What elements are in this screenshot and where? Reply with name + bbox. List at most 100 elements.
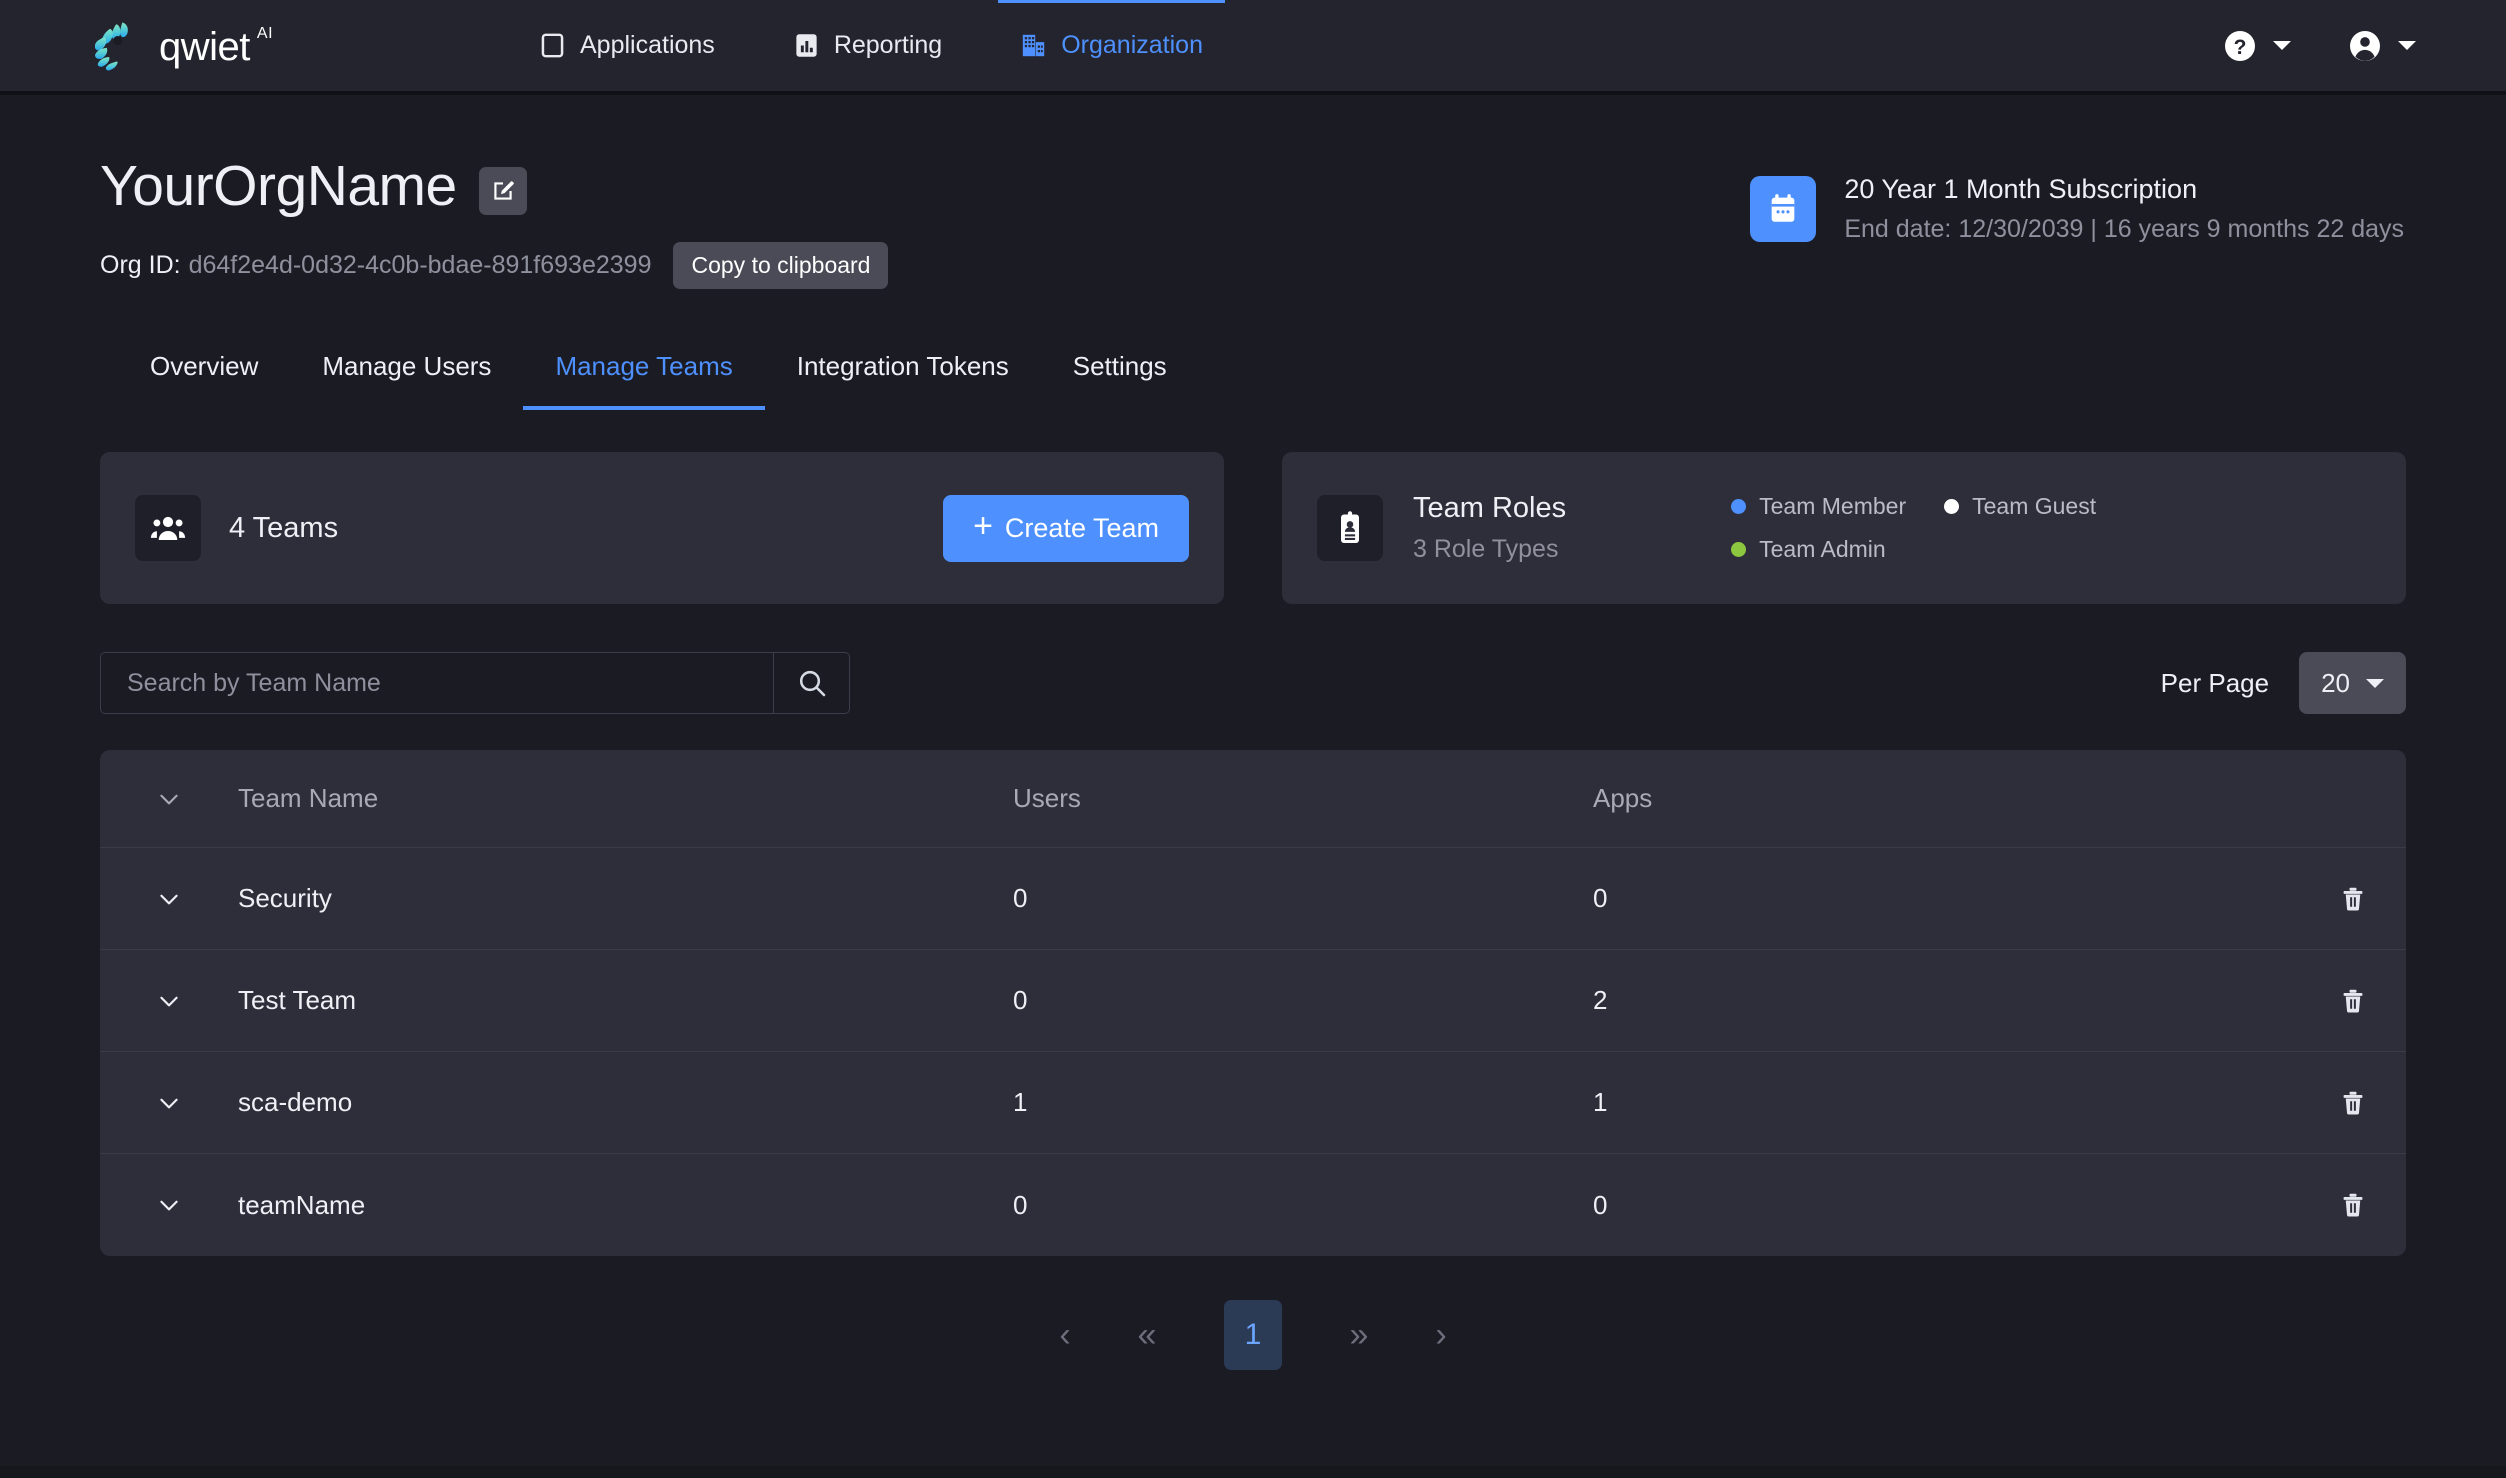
account-menu[interactable]	[2347, 28, 2416, 64]
roles-text-block: Team Roles 3 Role Types	[1413, 492, 1566, 564]
teams-count-label: 4 Teams	[229, 511, 339, 544]
search-icon	[799, 671, 825, 697]
org-id-row: Org ID: d64f2e4d-0d32-4c0b-bdae-891f693e…	[100, 241, 889, 290]
copy-to-clipboard-button[interactable]: Copy to clipboard	[673, 241, 889, 290]
nav-item-organization[interactable]: Organization	[998, 0, 1225, 93]
search-input[interactable]	[101, 653, 773, 714]
delete-team-button[interactable]	[2278, 884, 2368, 914]
chevron-down-icon	[160, 794, 178, 805]
pagination-page-1[interactable]: 1	[1224, 1300, 1282, 1371]
expand-row-toggle[interactable]	[100, 1090, 238, 1116]
expand-row-toggle[interactable]	[100, 886, 238, 912]
nav-label-reporting: Reporting	[833, 31, 943, 59]
per-page-control: Per Page 20	[2160, 652, 2406, 715]
subscription-title: 20 Year 1 Month Subscription	[1844, 174, 2198, 204]
org-id-label: Org ID:	[100, 250, 181, 279]
table-row[interactable]: sca-demo 1 1	[100, 1052, 2406, 1155]
delete-team-button[interactable]	[2278, 986, 2368, 1016]
account-circle-icon	[2350, 30, 2380, 61]
page-body: YourOrgName Org ID: d64f2e4d-0d32-4c0b-b…	[0, 95, 2506, 1478]
search-team-wrapper	[100, 652, 850, 715]
org-id-value: d64f2e4d-0d32-4c0b-bdae-891f693e2399	[188, 250, 652, 279]
column-header-apps[interactable]: Apps	[1593, 783, 2278, 814]
calendar-icon	[1772, 194, 1795, 223]
expand-row-toggle[interactable]	[100, 1192, 238, 1218]
tab-manage-teams[interactable]: Manage Teams	[523, 351, 765, 411]
nav-item-reporting[interactable]: Reporting	[779, 0, 956, 93]
table-row[interactable]: Test Team 0 2	[100, 950, 2406, 1053]
window-icon	[541, 33, 564, 58]
table-toolbar: Per Page 20	[100, 652, 2406, 715]
pagination: ‹ « 1 » ›	[100, 1300, 2406, 1371]
chevron-down-icon	[160, 1200, 178, 1211]
bottom-edge-strip	[0, 1466, 2506, 1478]
chevron-down-icon	[160, 894, 178, 905]
cell-users: 1	[1013, 1087, 1028, 1118]
cell-apps: 0	[1593, 1189, 1608, 1220]
delete-team-button[interactable]	[2278, 1088, 2368, 1118]
cell-apps: 0	[1593, 883, 1608, 914]
id-badge-icon	[1341, 511, 1359, 544]
cell-users: 0	[1013, 1189, 1028, 1220]
chevron-down-icon	[160, 996, 178, 1007]
chevron-down-icon	[2366, 678, 2384, 688]
dot-icon-team-member	[1731, 499, 1747, 515]
brand-logo-area[interactable]: qwiet AI	[95, 17, 525, 75]
legend-item-team-admin: Team Admin	[1731, 536, 1906, 563]
summary-cards: 4 Teams + Create Team Team Roles 3 Role …	[100, 452, 2406, 605]
help-circle-icon: ?	[2225, 30, 2255, 61]
tab-integration-tokens[interactable]: Integration Tokens	[765, 351, 1041, 410]
tab-manage-users[interactable]: Manage Users	[290, 351, 523, 410]
roles-title: Team Roles	[1413, 492, 1567, 525]
legend-label-team-member: Team Member	[1759, 493, 1907, 520]
pagination-last-button[interactable]: »	[1318, 1300, 1400, 1370]
org-header-left: YourOrgName Org ID: d64f2e4d-0d32-4c0b-b…	[100, 156, 889, 290]
plus-icon: +	[973, 507, 993, 546]
create-team-button[interactable]: + Create Team	[943, 494, 1189, 562]
expand-all-toggle[interactable]	[100, 786, 238, 812]
subscription-details: End date: 12/30/2039 | 16 years 9 months…	[1844, 215, 2404, 244]
search-button[interactable]	[773, 653, 849, 714]
edit-square-icon	[494, 181, 514, 200]
pagination-prev-button[interactable]: ‹	[1024, 1300, 1106, 1370]
cell-users: 0	[1013, 985, 1028, 1016]
cell-team-name: Security	[238, 883, 332, 914]
legend-item-team-member: Team Member	[1731, 493, 1906, 520]
tab-settings[interactable]: Settings	[1041, 351, 1199, 410]
pagination-first-button[interactable]: «	[1106, 1300, 1188, 1370]
nav-item-applications[interactable]: Applications	[525, 0, 729, 93]
column-header-users[interactable]: Users	[1013, 783, 1593, 814]
subscription-info: 20 Year 1 Month Subscription End date: 1…	[1750, 157, 2406, 248]
legend-item-team-guest: Team Guest	[1944, 493, 2096, 520]
team-roles-card: Team Roles 3 Role Types Team Member Team…	[1282, 452, 2406, 605]
dot-icon-team-guest	[1944, 499, 1960, 515]
qwiet-spiral-logo-icon	[95, 21, 128, 70]
chevron-down-icon	[160, 1098, 178, 1109]
per-page-select[interactable]: 20	[2299, 652, 2406, 715]
tab-overview[interactable]: Overview	[118, 351, 290, 410]
table-row[interactable]: Security 0 0	[100, 848, 2406, 951]
pagination-next-button[interactable]: ›	[1400, 1300, 1482, 1370]
page-header-row: YourOrgName Org ID: d64f2e4d-0d32-4c0b-b…	[100, 156, 2406, 290]
svg-text:?: ?	[2234, 35, 2247, 58]
edit-org-name-button[interactable]	[478, 166, 527, 215]
roles-icon-box	[1317, 495, 1383, 562]
per-page-value: 20	[2321, 667, 2350, 698]
cell-team-name: sca-demo	[238, 1087, 353, 1118]
expand-row-toggle[interactable]	[100, 988, 238, 1014]
nav-label-organization: Organization	[1061, 31, 1203, 59]
app-root: qwiet AI Applications Reporting Organiza…	[0, 0, 2506, 1478]
subscription-icon-box	[1750, 176, 1817, 243]
delete-team-button[interactable]	[2278, 1190, 2368, 1220]
legend-label-team-guest: Team Guest	[1972, 493, 2097, 520]
dot-icon-team-admin	[1731, 542, 1747, 558]
trash-icon	[2343, 989, 2363, 1013]
people-group-icon	[150, 517, 186, 541]
main-nav: Applications Reporting Organization	[525, 0, 1225, 93]
create-team-label: Create Team	[1004, 512, 1159, 543]
help-menu[interactable]: ?	[2222, 28, 2291, 64]
roles-legend: Team Member Team Guest Team Admin	[1731, 493, 2096, 563]
table-row[interactable]: teamName 0 0	[100, 1154, 2406, 1256]
per-page-label: Per Page	[2160, 667, 2270, 698]
column-header-team-name[interactable]: Team Name	[238, 783, 1013, 814]
